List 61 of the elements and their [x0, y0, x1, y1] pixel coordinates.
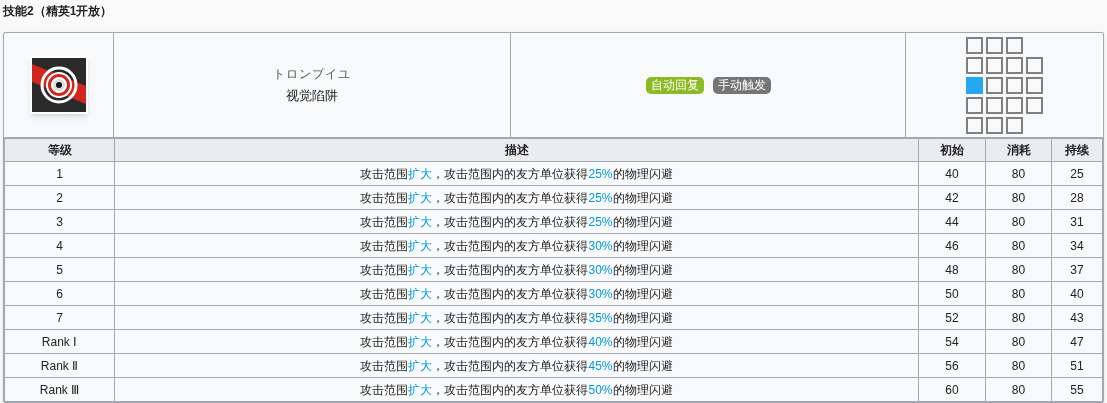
description-text: 攻击范围扩大，攻击范围内的友方单位获得25%的物理闪避 [360, 166, 673, 181]
cost-cell: 80 [1011, 214, 1026, 229]
level-cell: 5 [56, 262, 63, 277]
duration-cell: 25 [1070, 166, 1084, 181]
cost-cell: 80 [1011, 286, 1026, 301]
column-header: 初始 [940, 143, 964, 157]
duration-cell: 28 [1070, 190, 1084, 205]
level-cell: Rank Ⅱ [40, 358, 79, 373]
level-cell: 1 [56, 166, 63, 181]
initial-cell: 44 [945, 214, 959, 229]
description-text: 攻击范围扩大，攻击范围内的友方单位获得35%的物理闪避 [360, 310, 673, 325]
level-cell: 4 [56, 238, 63, 253]
cost-cell: 80 [1011, 310, 1026, 325]
duration-cell: 47 [1070, 334, 1084, 349]
column-header: 描述 [504, 143, 529, 157]
description-text: 攻击范围扩大，攻击范围内的友方单位获得30%的物理闪避 [360, 286, 673, 301]
column-header: 持续 [1065, 143, 1089, 157]
cost-cell: 80 [1011, 166, 1026, 181]
initial-cell: 60 [945, 382, 959, 397]
description-text: 攻击范围扩大，攻击范围内的友方单位获得45%的物理闪避 [360, 358, 673, 373]
initial-cell: 50 [945, 286, 959, 301]
skill-icon [29, 56, 88, 114]
cost-cell: 80 [1011, 190, 1026, 205]
description-text: 攻击范围扩大，攻击范围内的友方单位获得40%的物理闪避 [360, 334, 673, 349]
initial-cell: 46 [945, 238, 959, 253]
cost-cell: 80 [1011, 358, 1026, 373]
cost-cell: 80 [1011, 238, 1026, 253]
cost-cell: 80 [1011, 262, 1026, 277]
skill-tag: 手动触发 [712, 76, 771, 94]
duration-cell: 40 [1070, 286, 1084, 301]
level-cell: 6 [56, 286, 63, 301]
cost-cell: 80 [1011, 334, 1026, 349]
description-text: 攻击范围扩大，攻击范围内的友方单位获得30%的物理闪避 [360, 238, 673, 253]
duration-cell: 34 [1070, 238, 1084, 253]
skill-tag: 自动回复 [645, 76, 704, 94]
level-cell: 7 [56, 310, 63, 325]
initial-cell: 56 [945, 358, 959, 373]
duration-cell: 31 [1070, 214, 1084, 229]
initial-cell: 40 [945, 166, 959, 181]
skill-name-japanese: トロンプイユ [273, 65, 351, 83]
level-cell: 2 [56, 190, 63, 205]
column-header: 消耗 [1006, 143, 1031, 157]
column-header: 等级 [47, 143, 72, 157]
level-cell: Rank Ⅲ [39, 382, 80, 397]
initial-cell: 48 [945, 262, 959, 277]
section-title: 技能2（精英1开放） [3, 3, 113, 20]
duration-cell: 37 [1070, 262, 1084, 277]
initial-cell: 42 [945, 190, 959, 205]
duration-cell: 55 [1070, 382, 1084, 397]
level-cell: Rank Ⅰ [41, 334, 78, 349]
initial-cell: 54 [945, 334, 959, 349]
duration-cell: 51 [1070, 358, 1084, 373]
description-text: 攻击范围扩大，攻击范围内的友方单位获得50%的物理闪避 [360, 382, 673, 397]
skill-name: 视觉陷阱 [286, 86, 338, 105]
description-text: 攻击范围扩大，攻击范围内的友方单位获得30%的物理闪避 [360, 262, 673, 277]
description-text: 攻击范围扩大，攻击范围内的友方单位获得25%的物理闪避 [360, 214, 673, 229]
initial-cell: 52 [945, 310, 959, 325]
level-cell: 3 [56, 214, 63, 229]
description-text: 攻击范围扩大，攻击范围内的友方单位获得25%的物理闪避 [360, 190, 673, 205]
duration-cell: 43 [1070, 310, 1084, 325]
cost-cell: 80 [1011, 382, 1026, 397]
